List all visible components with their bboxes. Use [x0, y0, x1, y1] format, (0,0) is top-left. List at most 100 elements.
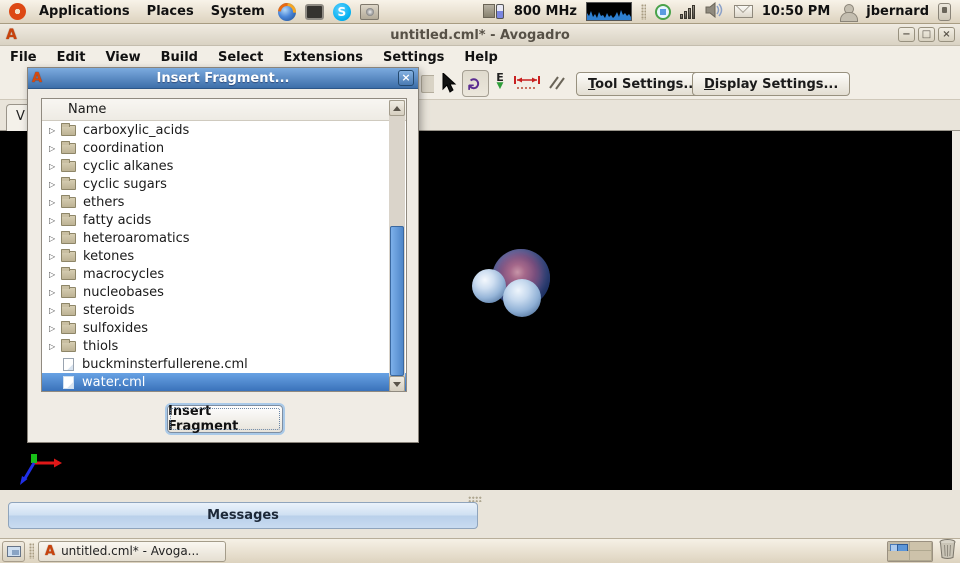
minimize-button[interactable]: − — [898, 27, 915, 42]
update-notifier-icon[interactable] — [655, 4, 671, 20]
folder-icon — [61, 125, 76, 136]
dialog-close-button[interactable]: × — [398, 70, 414, 86]
panel-menu-applications[interactable]: Applications — [35, 2, 134, 21]
expander-icon[interactable]: ▷ — [49, 234, 61, 243]
menu-select[interactable]: Select — [208, 48, 273, 67]
display-settings-button[interactable]: Display Settings... — [692, 72, 850, 96]
tree-row-folder[interactable]: ▷sulfoxides — [42, 319, 406, 337]
list-scrollbar[interactable] — [389, 100, 405, 392]
expander-icon[interactable]: ▷ — [49, 144, 61, 153]
expander-icon[interactable]: ▷ — [49, 342, 61, 351]
navigate-tool-button[interactable]: ↻ — [462, 70, 489, 97]
workspace-2[interactable] — [910, 542, 932, 552]
expander-icon[interactable]: ▷ — [49, 126, 61, 135]
folder-icon — [61, 269, 76, 280]
tree-row-folder[interactable]: ▷heteroaromatics — [42, 229, 406, 247]
menu-view[interactable]: View — [95, 48, 150, 67]
expander-icon[interactable]: ▷ — [49, 198, 61, 207]
folder-icon — [61, 341, 76, 352]
scroll-down-button[interactable] — [389, 376, 405, 392]
draw-tool-icon[interactable] — [421, 75, 434, 93]
messages-dock-button[interactable]: Messages — [8, 502, 478, 529]
clock[interactable]: 10:50 PM — [762, 4, 830, 19]
expander-icon[interactable]: ▷ — [49, 162, 61, 171]
workspace-switcher[interactable] — [887, 541, 933, 562]
workspace-1[interactable] — [888, 542, 910, 552]
folder-icon — [61, 197, 76, 208]
atom-hydrogen-sphere[interactable] — [472, 269, 506, 303]
dialog-titlebar[interactable]: A Insert Fragment... × — [28, 68, 418, 89]
tree-row-folder[interactable]: ▷ketones — [42, 247, 406, 265]
expander-icon[interactable]: ▷ — [49, 288, 61, 297]
panel-grip-handle[interactable] — [641, 4, 646, 20]
expander-icon[interactable]: ▷ — [49, 180, 61, 189]
menu-edit[interactable]: Edit — [47, 48, 96, 67]
insert-fragment-button[interactable]: Insert Fragment — [167, 405, 283, 433]
workspace-3[interactable] — [888, 551, 910, 561]
menu-settings[interactable]: Settings — [373, 48, 454, 67]
trash-icon[interactable] — [939, 539, 956, 563]
taskbar-grip-handle[interactable] — [29, 543, 34, 559]
selection-tool-icon[interactable] — [442, 73, 457, 97]
volume-icon[interactable] — [705, 2, 725, 22]
session-power-icon[interactable] — [938, 3, 951, 21]
tree-row-folder[interactable]: ▷coordination — [42, 139, 406, 157]
column-header-name[interactable]: Name — [42, 99, 406, 121]
menu-help[interactable]: Help — [454, 48, 507, 67]
tree-row-folder[interactable]: ▷steroids — [42, 301, 406, 319]
cpu-usage-graph[interactable] — [586, 2, 632, 21]
cpu-frequency-icon[interactable] — [483, 4, 505, 20]
skype-launcher-icon[interactable]: S — [333, 3, 351, 21]
cpu-frequency-label[interactable]: 800 MHz — [514, 4, 577, 19]
workspace-4[interactable] — [910, 551, 932, 561]
folder-icon — [61, 179, 76, 190]
screenshot-launcher-icon[interactable] — [360, 4, 379, 20]
show-desktop-button[interactable] — [2, 541, 25, 562]
username-label[interactable]: jbernard — [866, 4, 929, 19]
window-titlebar[interactable]: A untitled.cml* - Avogadro − □ × — [0, 25, 960, 46]
tree-row-folder[interactable]: ▷ethers — [42, 193, 406, 211]
expander-icon[interactable]: ▷ — [49, 306, 61, 315]
mail-icon[interactable] — [734, 5, 753, 18]
tree-row-folder[interactable]: ▷cyclic sugars — [42, 175, 406, 193]
tree-row-folder[interactable]: ▷macrocycles — [42, 265, 406, 283]
file-icon — [63, 376, 74, 389]
tree-row-folder[interactable]: ▷nucleobases — [42, 283, 406, 301]
expander-icon[interactable]: ▷ — [49, 252, 61, 261]
menu-file[interactable]: File — [0, 48, 47, 67]
avogadro-dialog-icon: A — [32, 71, 42, 86]
network-signal-icon[interactable] — [680, 4, 696, 19]
terminal-launcher-icon[interactable] — [305, 4, 324, 20]
scroll-down-icon — [393, 382, 401, 387]
maximize-button[interactable]: □ — [918, 27, 935, 42]
user-avatar-icon[interactable] — [839, 4, 857, 20]
expander-icon[interactable]: ▷ — [49, 270, 61, 279]
tool-settings-button[interactable]: Tool Settings... — [576, 72, 710, 96]
tree-row-folder[interactable]: ▷fatty acids — [42, 211, 406, 229]
ubuntu-logo-icon[interactable] — [9, 3, 26, 20]
folder-icon — [61, 251, 76, 262]
tree-row-folder[interactable]: ▷carboxylic_acids — [42, 121, 406, 139]
expander-icon[interactable]: ▷ — [49, 216, 61, 225]
atom-hydrogen-sphere[interactable] — [503, 279, 541, 317]
measure-tool-icon[interactable] — [513, 75, 541, 95]
expander-icon[interactable]: ▷ — [49, 324, 61, 333]
panel-menu-places[interactable]: Places — [143, 2, 198, 21]
folder-icon — [61, 287, 76, 298]
navigate-rotate-icon: ↻ — [466, 76, 486, 90]
tree-row-folder[interactable]: ▷cyclic alkanes — [42, 157, 406, 175]
scroll-up-button[interactable] — [389, 100, 405, 116]
scrollbar-thumb[interactable] — [390, 226, 404, 376]
bond-centric-tool-icon[interactable] — [546, 74, 566, 96]
task-button-avogadro[interactable]: A untitled.cml* - Avoga... — [38, 541, 226, 562]
close-button[interactable]: × — [938, 27, 955, 42]
folder-icon — [61, 143, 76, 154]
tree-row-folder[interactable]: ▷thiols — [42, 337, 406, 355]
auto-optimize-tool-icon[interactable]: E ▼ — [493, 72, 507, 91]
panel-menu-system[interactable]: System — [207, 2, 269, 21]
firefox-launcher-icon[interactable] — [278, 3, 296, 21]
menu-build[interactable]: Build — [151, 48, 208, 67]
menu-extensions[interactable]: Extensions — [273, 48, 373, 67]
tree-row-file[interactable]: buckminsterfullerene.cml — [42, 355, 406, 373]
tree-row-file-selected[interactable]: water.cml — [42, 373, 406, 391]
